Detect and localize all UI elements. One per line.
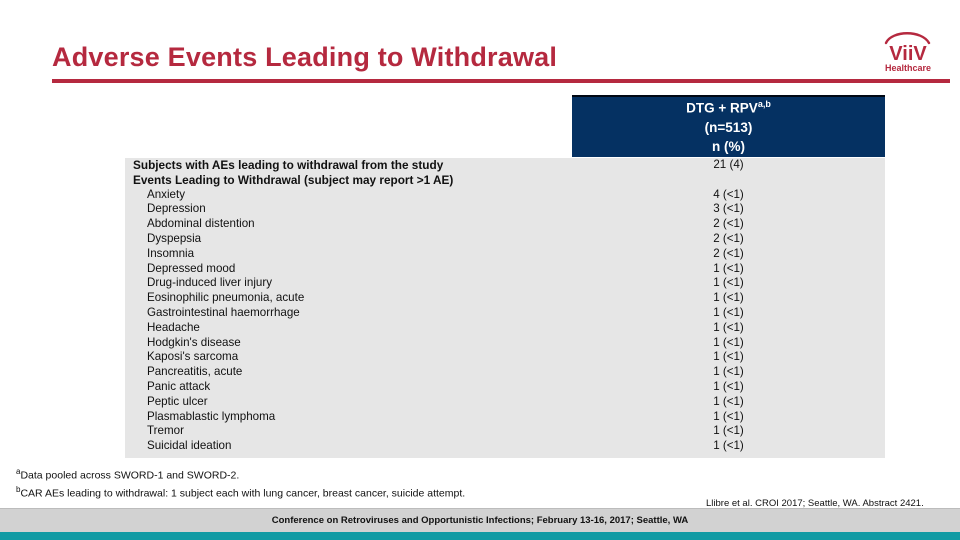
table-row: Depressed mood 1 (<1) <box>125 262 885 277</box>
table-row-label: Depressed mood <box>147 261 236 275</box>
table-row-label: Insomnia <box>147 246 195 260</box>
table-row-label: Abdominal distention <box>147 217 255 231</box>
table-row-label: Kaposi's sarcoma <box>147 350 239 364</box>
table-row-label: Peptic ulcer <box>147 394 208 408</box>
footnote-a-text: Data pooled across SWORD-1 and SWORD-2. <box>20 469 240 482</box>
table-row-value: 1 (<1) <box>713 261 744 275</box>
table-row-label: Dyspepsia <box>147 231 202 245</box>
column-header-units: n (%) <box>712 138 745 154</box>
adverse-events-table: DTG + RPVa,b (n=513) n (%) Subjects with… <box>125 95 885 458</box>
table-row-value: 1 (<1) <box>713 291 744 305</box>
column-header-footnote-marks: a,b <box>757 99 771 110</box>
table-row-value: 1 (<1) <box>713 276 744 290</box>
table-row: Gastrointestinal haemorrhage 1 (<1) <box>125 306 885 321</box>
bottom-accent-strip <box>0 532 960 540</box>
table-row-value: 4 (<1) <box>713 187 744 201</box>
viiv-healthcare-logo: ViiV Healthcare <box>866 26 950 74</box>
table-row: Insomnia 2 (<1) <box>125 247 885 262</box>
table-row-label: Tremor <box>147 424 184 438</box>
footnote-a: aData pooled across SWORD-1 and SWORD-2. <box>16 466 465 484</box>
table-row-label: Events Leading to Withdrawal (subject ma… <box>133 172 454 187</box>
table-row-label: Depression <box>147 202 206 216</box>
table-row: Suicidal ideation 1 (<1) <box>125 439 885 454</box>
table-row-value: 1 (<1) <box>713 365 744 379</box>
table-row-value: 1 (<1) <box>713 335 744 349</box>
table-row-label: Suicidal ideation <box>147 439 232 453</box>
table-row: Drug-induced liver injury 1 (<1) <box>125 276 885 291</box>
table-row-value: 2 (<1) <box>713 246 744 260</box>
table-row-value: 21 (4) <box>713 158 744 171</box>
table-row-value: 1 (<1) <box>713 379 744 393</box>
table-row-value: 1 (<1) <box>713 320 744 334</box>
table-row-value: 1 (<1) <box>713 394 744 408</box>
table-row: Eosinophilic pneumonia, acute 1 (<1) <box>125 291 885 306</box>
table-row-label: Headache <box>147 320 200 334</box>
svg-text:Healthcare: Healthcare <box>885 63 931 73</box>
table-row: Tremor 1 (<1) <box>125 424 885 439</box>
column-header-treatment: DTG + RPV <box>686 100 758 116</box>
table-row: Anxiety 4 (<1) <box>125 188 885 203</box>
title-underline <box>52 79 950 83</box>
table-row: Hodgkin's disease 1 (<1) <box>125 336 885 351</box>
table-row-label: Anxiety <box>147 187 186 201</box>
table-row-value: 1 (<1) <box>713 350 744 364</box>
table-row-value: 2 (<1) <box>713 217 744 231</box>
table-row-label: Panic attack <box>147 379 211 393</box>
table-row-label: Pancreatitis, acute <box>147 365 243 379</box>
page-title: Adverse Events Leading to Withdrawal <box>52 42 558 72</box>
column-header-line1: DTG + RPVa,b <box>572 98 885 118</box>
table-row-value: 1 (<1) <box>713 439 744 453</box>
table-body: Subjects with AEs leading to withdrawal … <box>125 158 885 458</box>
table-row: Dyspepsia 2 (<1) <box>125 232 885 247</box>
table-row: Kaposi's sarcoma 1 (<1) <box>125 350 885 365</box>
table-row-value: 2 (<1) <box>713 231 744 245</box>
table-row: Pancreatitis, acute 1 (<1) <box>125 365 885 380</box>
table-row: Headache 1 (<1) <box>125 321 885 336</box>
table-row-value: 1 (<1) <box>713 305 744 319</box>
table-row: Peptic ulcer 1 (<1) <box>125 395 885 410</box>
svg-text:ViiV: ViiV <box>889 43 927 65</box>
table-row: Depression 3 (<1) <box>125 202 885 217</box>
table-row-label: Subjects with AEs leading to withdrawal … <box>133 158 444 172</box>
slide: ViiV Healthcare Adverse Events Leading t… <box>0 0 960 540</box>
table-row-label: Drug-induced liver injury <box>147 276 273 290</box>
column-header-n: (n=513) <box>704 119 753 135</box>
table-row: Plasmablastic lymphoma 1 (<1) <box>125 410 885 425</box>
table-row-value: 1 (<1) <box>713 424 744 438</box>
conference-banner: Conference on Retroviruses and Opportuni… <box>0 508 960 532</box>
table-row: Subjects with AEs leading to withdrawal … <box>125 158 885 173</box>
table-column-header: DTG + RPVa,b (n=513) n (%) <box>572 95 885 157</box>
table-row-label: Gastrointestinal haemorrhage <box>147 305 300 319</box>
table-row: Abdominal distention 2 (<1) <box>125 217 885 232</box>
conference-banner-text: Conference on Retroviruses and Opportuni… <box>271 515 689 526</box>
footnotes: aData pooled across SWORD-1 and SWORD-2.… <box>16 466 465 502</box>
table-row-value: 3 (<1) <box>713 202 744 216</box>
table-row-label: Plasmablastic lymphoma <box>147 409 276 423</box>
table-row-value: 1 (<1) <box>713 409 744 423</box>
table-row: Panic attack 1 (<1) <box>125 380 885 395</box>
footnote-b-text: CAR AEs leading to withdrawal: 1 subject… <box>20 487 466 500</box>
table-row-label: Eosinophilic pneumonia, acute <box>147 291 305 305</box>
table-row: Events Leading to Withdrawal (subject ma… <box>125 173 885 188</box>
table-row-label: Hodgkin's disease <box>147 335 241 349</box>
footnote-b: bCAR AEs leading to withdrawal: 1 subjec… <box>16 484 465 502</box>
